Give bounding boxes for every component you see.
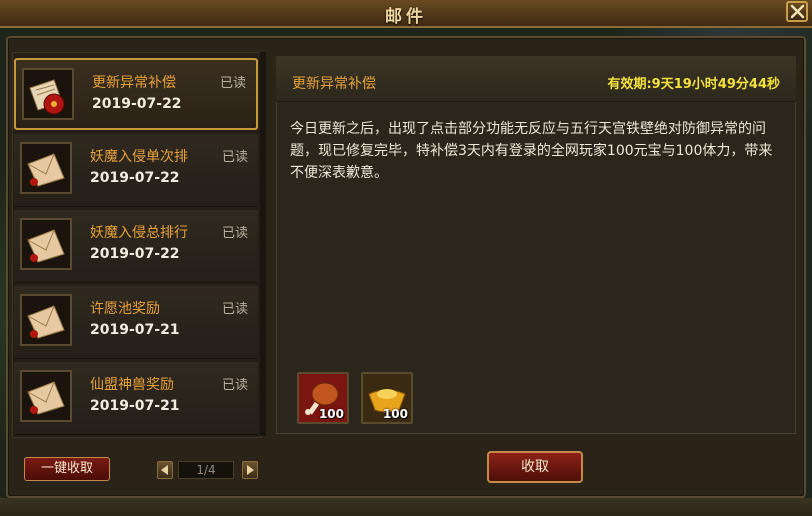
mail-read-status: 已读 [221,150,248,165]
mail-item-0[interactable]: 更新异常补偿 已读 2019-07-22 [14,58,258,130]
reward-item-0[interactable]: 100 [297,372,349,424]
reward-count: 100 [382,407,408,421]
mail-title: 许愿池奖励 [90,301,160,317]
arrow-left-icon [161,465,168,475]
envelope-with-red-bag-icon [22,68,74,120]
close-button[interactable] [786,1,808,22]
expiry-timer: 有效期:9天19小时49分44秒 [607,77,780,92]
envelope-icon [20,370,72,422]
next-page-button[interactable] [242,461,258,479]
arrow-right-icon [247,465,254,475]
mail-title: 仙盟神兽奖励 [90,377,174,393]
envelope-icon [20,142,72,194]
mail-body-text: 今日更新之后，出现了点击部分功能无反应与五行天宫铁壁绝对防御异常的问题，现已修复… [290,121,773,181]
prev-page-button[interactable] [157,461,173,479]
reward-count: 100 [318,407,344,421]
window-title: 邮件 [385,7,427,27]
mail-item-3[interactable]: 许愿池奖励 已读 2019-07-21 [14,286,258,359]
mail-item-2[interactable]: 妖魔入侵总排行 已读 2019-07-22 [14,210,258,283]
mail-date: 2019-07-22 [92,96,182,112]
reward-item-1[interactable]: 100 [361,372,413,424]
mail-read-status: 已读 [221,302,248,317]
mail-date: 2019-07-21 [90,398,180,414]
mail-title: 妖魔入侵总排行 [90,225,188,241]
collect-all-button[interactable]: 一键收取 [24,457,110,481]
mail-list-scrollbar[interactable] [260,52,266,436]
mail-read-status: 已读 [219,76,246,91]
envelope-icon [20,218,72,270]
mail-date: 2019-07-21 [90,322,180,338]
window-title-bar: 邮件 [0,0,812,28]
mail-detail-title: 更新异常补偿 [292,76,376,92]
page-indicator: 1/4 [178,461,234,479]
mail-date: 2019-07-22 [90,246,180,262]
mail-read-status: 已读 [221,378,248,393]
mail-item-4[interactable]: 仙盟神兽奖励 已读 2019-07-21 [14,362,258,435]
mail-date: 2019-07-22 [90,170,180,186]
mail-title: 更新异常补偿 [92,75,176,91]
mail-read-status: 已读 [221,226,248,241]
mail-item-1[interactable]: 妖魔入侵单次排 已读 2019-07-22 [14,134,258,207]
mail-title: 妖魔入侵单次排 [90,149,188,165]
claim-button[interactable]: 收取 [487,451,583,483]
mail-detail-panel [276,56,796,434]
bottom-hud-strip [0,498,812,516]
close-icon [790,4,805,19]
envelope-icon [20,294,72,346]
